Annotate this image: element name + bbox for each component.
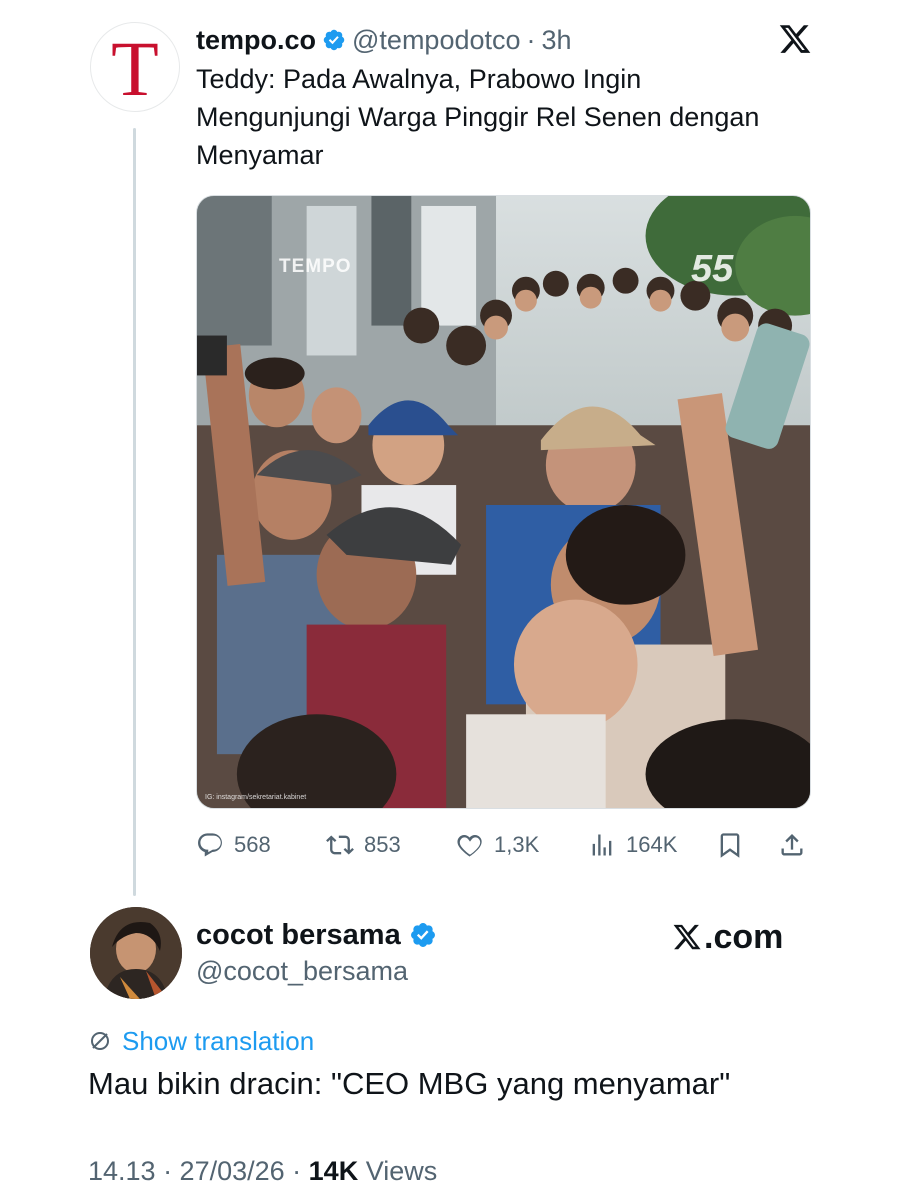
verified-badge-icon [410,923,435,947]
photo-watermark-tempo: TEMPO [279,256,352,277]
tweet-meta: 14.13 · 27/03/26 · 14K Views [88,1156,437,1187]
x-logo-icon [673,924,701,950]
tempo-logo-letter: T [111,25,159,112]
x-logo-icon [779,25,811,53]
tweet-views-label: Views [358,1156,438,1186]
tweet-action-bar: 568 853 1,3K 164K [196,826,816,864]
photo-watermark-55: 55 [691,248,734,290]
quoted-handle[interactable]: @tempodotco [352,25,521,56]
like-button[interactable]: 1,3K [456,826,539,864]
header-separator: · [526,24,536,55]
share-icon [781,834,803,856]
tempo-avatar[interactable]: T [90,22,180,112]
tweet-photo[interactable]: TEMPO 55 IG: instagram/sekretariat.kabin… [196,195,811,809]
verified-badge-icon [323,29,345,51]
reply-count: 568 [234,832,271,857]
tweet-views-count: 14K [308,1156,359,1186]
views-count: 164K [626,832,678,857]
thread-connector-line [133,128,136,896]
show-translation-link[interactable]: Show translation [88,1024,314,1058]
user-display-name[interactable]: cocot bersama [196,919,401,952]
photo-credit: IG: instagram/sekretariat.kabinet [205,794,307,801]
tweet-timestamp[interactable]: 14.13 · 27/03/26 · [88,1156,309,1186]
like-count: 1,3K [494,832,540,857]
quoted-time[interactable]: 3h [542,25,572,56]
user-handle[interactable]: @cocot_bersama [196,956,408,987]
share-button[interactable] [778,826,806,864]
repost-button[interactable]: 853 [326,826,401,864]
user-name-row: cocot bersama [196,915,437,955]
quoted-display-name[interactable]: tempo.co [196,25,316,56]
user-avatar[interactable] [90,907,182,999]
bookmark-icon [720,833,740,858]
user-avatar-image [90,907,182,999]
quoted-tweet-header: tempo.co @tempodotco · 3h [196,20,572,60]
bookmark-button[interactable] [716,826,744,864]
repost-count: 853 [364,832,401,857]
x-com-suffix: .com [704,917,784,956]
quoted-tweet-text: Teddy: Pada Awalnya, Prabowo Ingin Mengu… [196,64,760,170]
views-icon [592,834,612,856]
show-translation-label: Show translation [122,1025,315,1056]
reply-icon [198,833,222,857]
repost-icon [326,835,354,855]
main-tweet-text: Mau bikin dracin: "CEO MBG yang menyamar… [88,1066,731,1101]
reply-button[interactable]: 568 [196,826,271,864]
like-icon [457,835,482,857]
translate-icon [91,1032,109,1050]
x-com-brand: .com [672,915,783,959]
views-button[interactable]: 164K [588,826,677,864]
